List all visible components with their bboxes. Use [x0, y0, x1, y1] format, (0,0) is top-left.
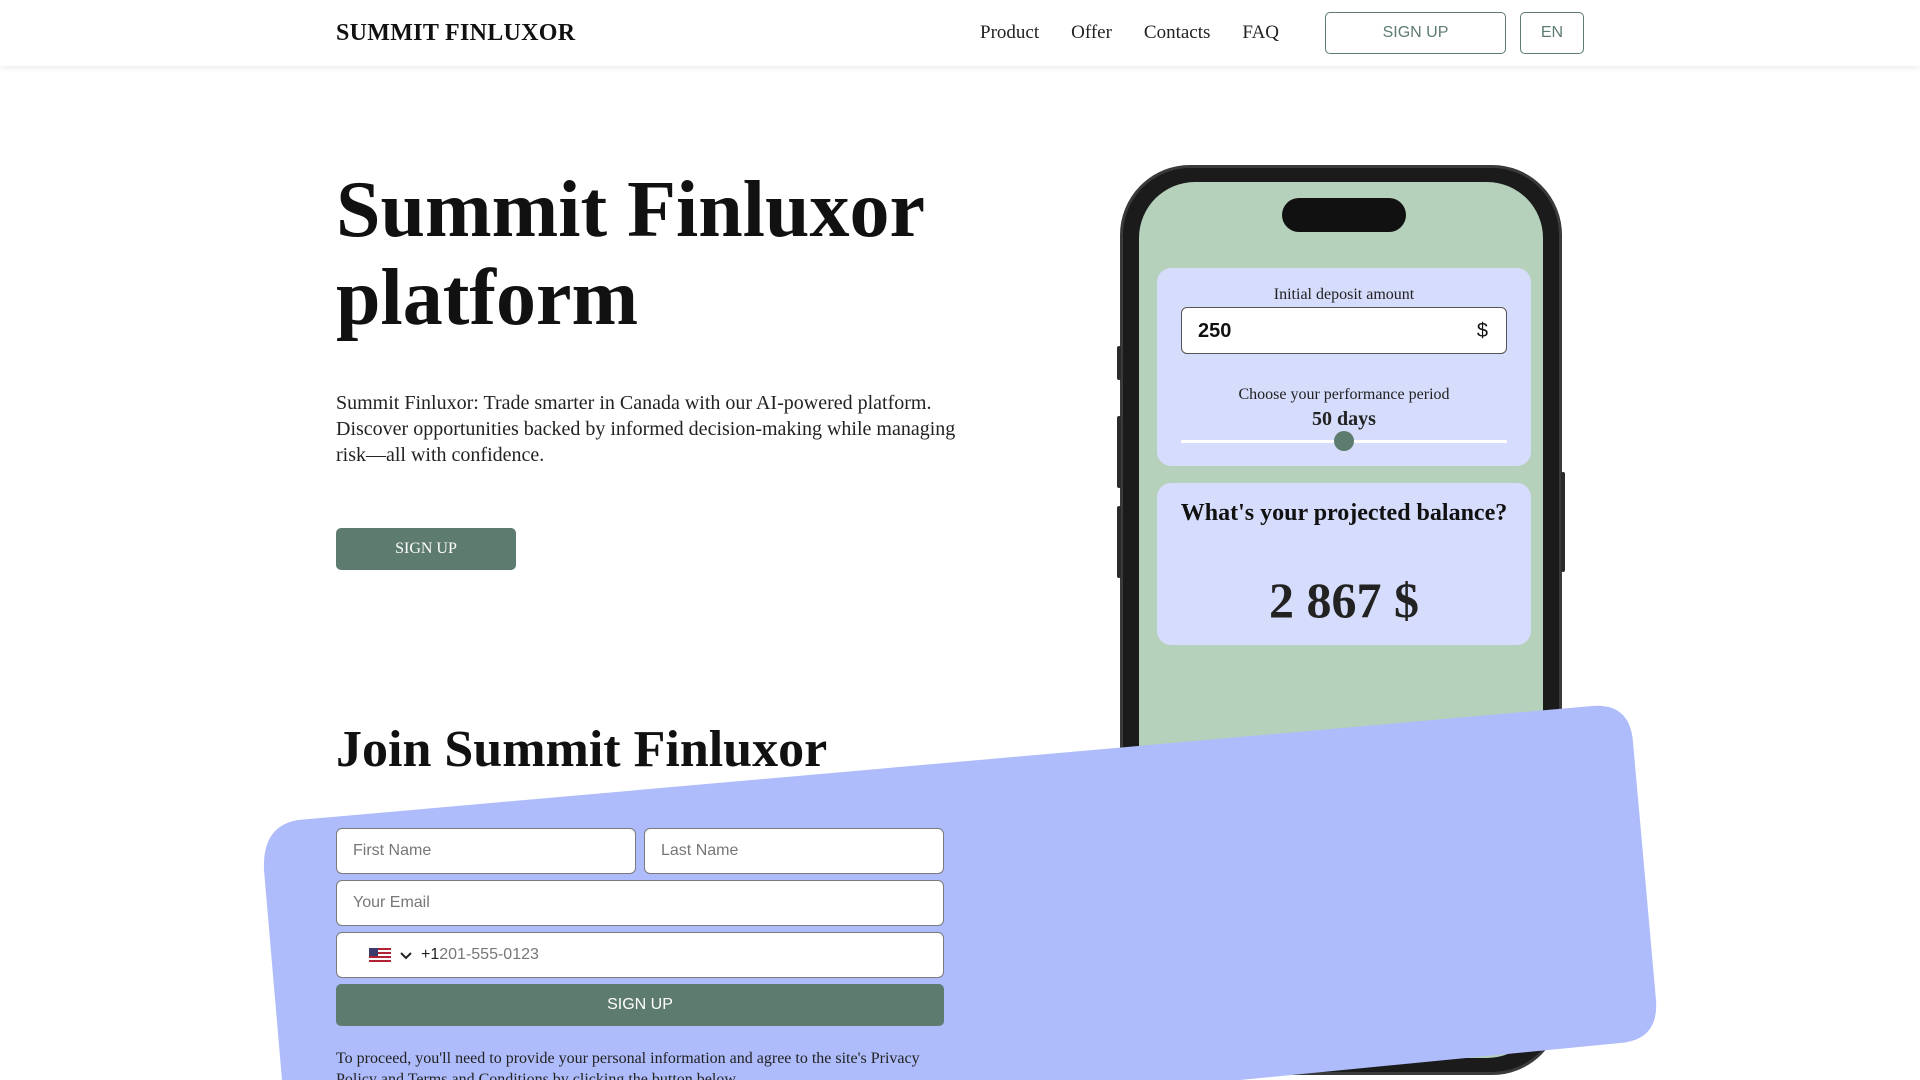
- nav-product[interactable]: Product: [980, 22, 1039, 44]
- hero-signup-button[interactable]: SIGN UP: [336, 528, 516, 570]
- phone-mockup: Initial deposit amount 250 $ Choose your…: [1117, 165, 1565, 1075]
- join-title: Join Summit Finluxor: [336, 721, 828, 778]
- language-button[interactable]: EN: [1520, 12, 1584, 54]
- slider-thumb[interactable]: [1334, 431, 1354, 451]
- projection-card: What's your projected balance? 2 867 $: [1157, 483, 1531, 645]
- hero-title: Summit Finluxor platform: [336, 166, 924, 342]
- nav-contacts[interactable]: Contacts: [1144, 22, 1211, 44]
- site-header: SUMMIT FINLUXOR Product Offer Contacts F…: [0, 0, 1920, 66]
- deposit-input[interactable]: 250 $: [1181, 307, 1507, 354]
- last-name-field[interactable]: Last Name: [644, 828, 944, 874]
- phone-side-button: [1117, 416, 1121, 488]
- dial-code: +1: [421, 946, 440, 963]
- period-label: Choose your performance period: [1238, 386, 1450, 403]
- phone-side-button: [1117, 346, 1121, 380]
- main-nav: Product Offer Contacts FAQ: [980, 22, 1279, 44]
- deposit-label: Initial deposit amount: [1273, 286, 1415, 303]
- phone-screen: Initial deposit amount 250 $ Choose your…: [1139, 182, 1543, 1058]
- phone-side-button: [1561, 472, 1565, 572]
- form-disclaimer: To proceed, you'll need to provide your …: [336, 1050, 920, 1080]
- decorative-blue-shape: [263, 705, 1657, 1080]
- period-value: 50 days: [1312, 408, 1376, 430]
- hero-description: Summit Finluxor: Trade smarter in Canada…: [336, 392, 956, 466]
- deposit-value: 250: [1198, 320, 1232, 342]
- us-flag-icon[interactable]: [369, 948, 391, 962]
- projected-value: 2 867 $: [1269, 572, 1419, 628]
- phone-placeholder: 201-555-0123: [439, 946, 539, 963]
- email-field[interactable]: Your Email: [336, 880, 944, 926]
- first-name-field[interactable]: First Name: [336, 828, 636, 874]
- nav-offer[interactable]: Offer: [1071, 22, 1112, 44]
- form-signup-button[interactable]: SIGN UP: [336, 984, 944, 1026]
- calculator-input-card: Initial deposit amount 250 $ Choose your…: [1157, 268, 1531, 466]
- projected-title: What's your projected balance?: [1180, 500, 1508, 526]
- logo[interactable]: SUMMIT FINLUXOR: [336, 20, 575, 47]
- dynamic-island: [1282, 198, 1406, 232]
- header-signup-button[interactable]: SIGN UP: [1325, 12, 1506, 54]
- deposit-currency: $: [1476, 320, 1488, 342]
- phone-side-button: [1117, 506, 1121, 578]
- period-slider[interactable]: [1181, 431, 1507, 451]
- phone-field[interactable]: +1 201-555-0123: [336, 932, 944, 978]
- nav-faq[interactable]: FAQ: [1242, 22, 1279, 44]
- chevron-down-icon[interactable]: [399, 948, 413, 962]
